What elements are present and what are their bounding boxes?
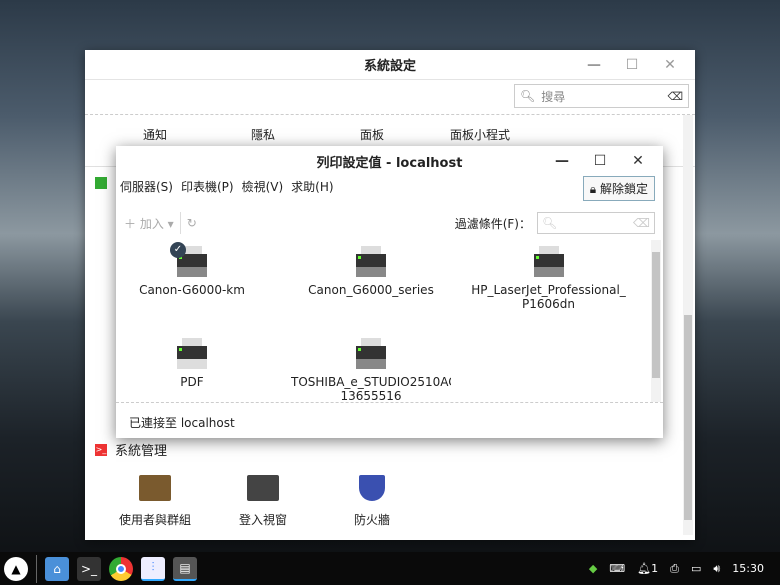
network-manager-icon[interactable]: ◆ bbox=[589, 562, 597, 575]
notification-icon[interactable]: 🔔︎1 bbox=[637, 562, 658, 575]
search-icon: 🔍︎ bbox=[542, 216, 558, 230]
scrollbar[interactable] bbox=[651, 240, 661, 402]
printer-settings-dialog: 列印設定值 - localhost — ☐ ✕ 伺服器(S) 印表機(P) 檢視(V… bbox=[116, 146, 663, 438]
app-menu-icon[interactable]: ▲ bbox=[4, 556, 28, 581]
printer-tray-icon[interactable]: ⎙ bbox=[670, 562, 679, 576]
search-icon: 🔍︎ bbox=[520, 89, 536, 103]
terminal-icon: >_ bbox=[95, 443, 107, 456]
keyboard-icon[interactable]: ⌨ bbox=[609, 562, 625, 575]
printer-icon bbox=[355, 246, 387, 278]
menu-printer[interactable]: 印表機(P) bbox=[181, 178, 234, 195]
display-icon[interactable]: ▭ bbox=[691, 562, 701, 575]
chrome-icon[interactable] bbox=[109, 556, 133, 581]
search-input[interactable]: 🔍︎ 搜尋 ⌫ bbox=[514, 84, 689, 108]
menu-bar: 伺服器(S) 印表機(P) 檢視(V) 求助(H) bbox=[120, 178, 334, 195]
terminal-icon[interactable]: >_ bbox=[77, 556, 101, 581]
minimize-button[interactable]: — bbox=[543, 153, 581, 169]
category-privacy[interactable]: 隱私 bbox=[213, 126, 313, 143]
category-panel[interactable]: 面板 bbox=[322, 126, 422, 143]
file-manager-icon[interactable]: ⌂ bbox=[45, 556, 69, 581]
clear-icon[interactable]: ⌫ bbox=[633, 216, 650, 230]
users-icon bbox=[139, 475, 171, 501]
settings-icon[interactable]: ⫶ bbox=[141, 556, 165, 581]
pdf-printer-icon bbox=[176, 338, 208, 370]
lock-icon: 🔒︎ bbox=[589, 182, 597, 196]
scrollbar[interactable] bbox=[683, 115, 693, 535]
refresh-icon[interactable]: ↻ bbox=[187, 216, 197, 230]
close-button[interactable]: ✕ bbox=[619, 153, 657, 169]
category-notifications[interactable]: 通知 bbox=[105, 126, 205, 143]
hardware-icon bbox=[95, 177, 107, 189]
unlock-button[interactable]: 🔒︎ 解除鎖定 bbox=[582, 176, 655, 201]
login-window-icon bbox=[247, 475, 279, 501]
maximize-button[interactable]: ☐ bbox=[581, 153, 619, 169]
printer-icon: ✓ bbox=[170, 242, 208, 278]
section-header: >_ 系統管理 bbox=[95, 443, 168, 459]
close-button[interactable]: ✕ bbox=[651, 57, 689, 73]
category-panel-applets[interactable]: 面板小程式 bbox=[430, 126, 530, 143]
tool-login-window[interactable]: 登入視窗 bbox=[213, 475, 313, 528]
menu-help[interactable]: 求助(H) bbox=[291, 178, 333, 195]
printer-item[interactable]: PDF bbox=[112, 338, 272, 389]
clear-icon[interactable]: ⌫ bbox=[667, 90, 683, 103]
printer-item[interactable]: Canon_G6000_series bbox=[291, 246, 451, 297]
maximize-button[interactable]: ☐ bbox=[613, 57, 651, 73]
add-button[interactable]: ＋ 加入 ▾ bbox=[124, 215, 174, 232]
title-bar: 列印設定值 - localhost — ☐ ✕ bbox=[116, 146, 663, 176]
tool-users-groups[interactable]: 使用者與群組 bbox=[105, 475, 205, 528]
menu-server[interactable]: 伺服器(S) bbox=[120, 178, 173, 195]
printer-icon bbox=[355, 338, 387, 370]
search-placeholder: 搜尋 bbox=[541, 89, 566, 104]
status-text: 已連接至 localhost bbox=[129, 416, 235, 430]
printer-item[interactable]: ✓ Canon-G6000-km bbox=[112, 242, 272, 297]
window-title: 系統設定 bbox=[363, 59, 416, 74]
minimize-button[interactable]: — bbox=[575, 57, 613, 73]
filter-label: 過濾條件(F)： bbox=[454, 216, 531, 231]
printer-item[interactable]: TOSHIBA_e_STUDIO2510AC- 13655516 bbox=[291, 338, 451, 402]
clock[interactable]: 15:30 bbox=[732, 562, 764, 575]
taskbar: ▲ ⌂ >_ ⫶ ▤ ◆ ⌨ 🔔︎1 ⎙ ▭ 🔊︎ 15:30 bbox=[0, 552, 780, 585]
dialog-title: 列印設定值 - localhost bbox=[316, 155, 463, 171]
default-check-icon: ✓ bbox=[170, 242, 186, 258]
shield-icon bbox=[359, 475, 385, 501]
volume-icon[interactable]: 🔊︎ bbox=[713, 562, 720, 576]
filter-input[interactable]: 🔍︎ ⌫ bbox=[537, 212, 655, 234]
tool-firewall[interactable]: 防火牆 bbox=[322, 475, 422, 528]
printer-icon[interactable]: ▤ bbox=[173, 556, 197, 581]
printer-icon bbox=[533, 246, 565, 278]
title-bar: 系統設定 — ☐ ✕ bbox=[85, 50, 695, 80]
printer-item[interactable]: HP_LaserJet_Professional_ P1606dn bbox=[461, 246, 636, 311]
menu-view[interactable]: 檢視(V) bbox=[242, 178, 284, 195]
